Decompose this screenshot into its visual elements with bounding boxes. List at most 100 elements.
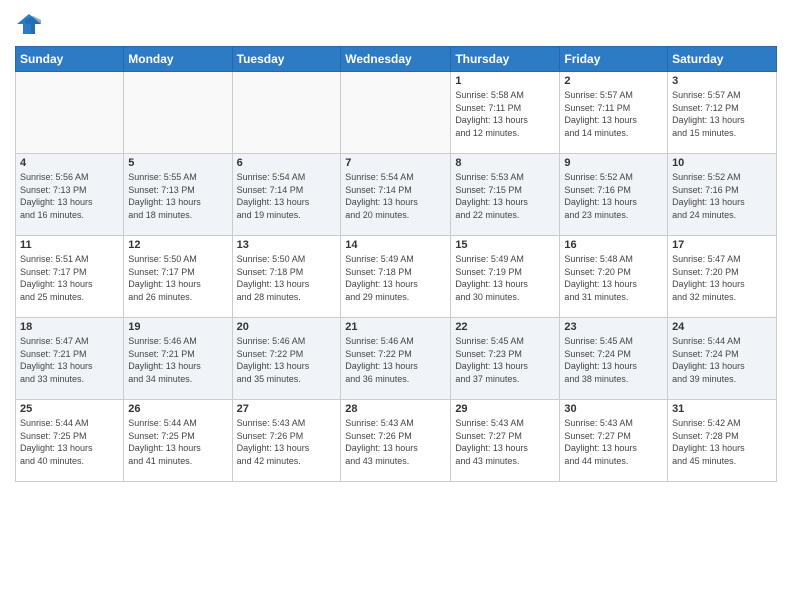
day-number: 29 (455, 403, 555, 415)
day-info: Sunrise: 5:50 AM Sunset: 7:18 PM Dayligh… (237, 253, 337, 303)
col-sunday: Sunday (16, 47, 124, 72)
day-number: 12 (128, 239, 227, 251)
calendar-week-row: 18 Sunrise: 5:47 AM Sunset: 7:21 PM Dayli… (16, 318, 777, 400)
day-number: 31 (672, 403, 772, 415)
calendar-cell: 7 Sunrise: 5:54 AM Sunset: 7:14 PM Daylig… (341, 154, 451, 236)
header (15, 10, 777, 38)
day-info: Sunrise: 5:55 AM Sunset: 7:13 PM Dayligh… (128, 171, 227, 221)
calendar-cell: 25 Sunrise: 5:44 AM Sunset: 7:25 PM Dayli… (16, 400, 124, 482)
day-info: Sunrise: 5:54 AM Sunset: 7:14 PM Dayligh… (237, 171, 337, 221)
day-info: Sunrise: 5:56 AM Sunset: 7:13 PM Dayligh… (20, 171, 119, 221)
col-tuesday: Tuesday (232, 47, 341, 72)
calendar-cell: 26 Sunrise: 5:44 AM Sunset: 7:25 PM Dayli… (124, 400, 232, 482)
day-number: 26 (128, 403, 227, 415)
calendar-cell: 28 Sunrise: 5:43 AM Sunset: 7:26 PM Dayli… (341, 400, 451, 482)
calendar-cell: 30Sunrise: 5:43 AM Sunset: 7:27 PM Dayli… (560, 400, 668, 482)
calendar-cell: 11 Sunrise: 5:51 AM Sunset: 7:17 PM Dayli… (16, 236, 124, 318)
day-info: Sunrise: 5:45 AM Sunset: 7:24 PM Dayligh… (564, 335, 663, 385)
calendar-cell (232, 72, 341, 154)
day-info: Sunrise: 5:52 AM Sunset: 7:16 PM Dayligh… (672, 171, 772, 221)
day-info: Sunrise: 5:50 AM Sunset: 7:17 PM Dayligh… (128, 253, 227, 303)
day-number: 11 (20, 239, 119, 251)
day-info: Sunrise: 5:43 AM Sunset: 7:26 PM Dayligh… (345, 417, 446, 467)
day-number: 15 (455, 239, 555, 251)
day-number: 23 (564, 321, 663, 333)
day-info: Sunrise: 5:47 AM Sunset: 7:20 PM Dayligh… (672, 253, 772, 303)
day-number: 7 (345, 157, 446, 169)
col-friday: Friday (560, 47, 668, 72)
calendar-cell: 29 Sunrise: 5:43 AM Sunset: 7:27 PM Dayli… (451, 400, 560, 482)
day-number: 3 (672, 75, 772, 87)
col-saturday: Saturday (668, 47, 777, 72)
day-number: 6 (237, 157, 337, 169)
day-info: Sunrise: 5:45 AM Sunset: 7:23 PM Dayligh… (455, 335, 555, 385)
day-number: 1 (455, 75, 555, 87)
day-number: 5 (128, 157, 227, 169)
calendar-cell: 5 Sunrise: 5:55 AM Sunset: 7:13 PM Daylig… (124, 154, 232, 236)
calendar-cell: 19 Sunrise: 5:46 AM Sunset: 7:21 PM Dayli… (124, 318, 232, 400)
calendar-cell (124, 72, 232, 154)
calendar-cell: 3 Sunrise: 5:57 AM Sunset: 7:12 PM Daylig… (668, 72, 777, 154)
calendar-cell: 22Sunrise: 5:45 AM Sunset: 7:23 PM Dayli… (451, 318, 560, 400)
day-info: Sunrise: 5:46 AM Sunset: 7:22 PM Dayligh… (237, 335, 337, 385)
calendar-cell: 17 Sunrise: 5:47 AM Sunset: 7:20 PM Dayli… (668, 236, 777, 318)
day-number: 17 (672, 239, 772, 251)
calendar-cell: 8Sunrise: 5:53 AM Sunset: 7:15 PM Daylig… (451, 154, 560, 236)
calendar-cell: 2 Sunrise: 5:57 AM Sunset: 7:11 PM Daylig… (560, 72, 668, 154)
day-number: 18 (20, 321, 119, 333)
col-thursday: Thursday (451, 47, 560, 72)
calendar-cell: 15 Sunrise: 5:49 AM Sunset: 7:19 PM Dayli… (451, 236, 560, 318)
day-number: 30 (564, 403, 663, 415)
day-number: 2 (564, 75, 663, 87)
calendar-week-row: 1 Sunrise: 5:58 AM Sunset: 7:11 PM Daylig… (16, 72, 777, 154)
calendar-cell: 27Sunrise: 5:43 AM Sunset: 7:26 PM Dayli… (232, 400, 341, 482)
calendar-cell: 21 Sunrise: 5:46 AM Sunset: 7:22 PM Dayli… (341, 318, 451, 400)
day-info: Sunrise: 5:49 AM Sunset: 7:18 PM Dayligh… (345, 253, 446, 303)
calendar-week-row: 4 Sunrise: 5:56 AM Sunset: 7:13 PM Daylig… (16, 154, 777, 236)
calendar-cell: 13 Sunrise: 5:50 AM Sunset: 7:18 PM Dayli… (232, 236, 341, 318)
day-number: 24 (672, 321, 772, 333)
day-info: Sunrise: 5:51 AM Sunset: 7:17 PM Dayligh… (20, 253, 119, 303)
col-monday: Monday (124, 47, 232, 72)
day-number: 28 (345, 403, 446, 415)
calendar-cell: 1 Sunrise: 5:58 AM Sunset: 7:11 PM Daylig… (451, 72, 560, 154)
day-number: 14 (345, 239, 446, 251)
calendar-week-row: 11 Sunrise: 5:51 AM Sunset: 7:17 PM Dayli… (16, 236, 777, 318)
day-info: Sunrise: 5:43 AM Sunset: 7:27 PM Dayligh… (455, 417, 555, 467)
calendar-cell: 9Sunrise: 5:52 AM Sunset: 7:16 PM Daylig… (560, 154, 668, 236)
col-wednesday: Wednesday (341, 47, 451, 72)
calendar-cell: 24Sunrise: 5:44 AM Sunset: 7:24 PM Dayli… (668, 318, 777, 400)
day-info: Sunrise: 5:54 AM Sunset: 7:14 PM Dayligh… (345, 171, 446, 221)
day-info: Sunrise: 5:46 AM Sunset: 7:22 PM Dayligh… (345, 335, 446, 385)
calendar-cell: 6 Sunrise: 5:54 AM Sunset: 7:14 PM Daylig… (232, 154, 341, 236)
calendar-cell (341, 72, 451, 154)
calendar-cell: 20 Sunrise: 5:46 AM Sunset: 7:22 PM Dayli… (232, 318, 341, 400)
day-number: 13 (237, 239, 337, 251)
day-info: Sunrise: 5:43 AM Sunset: 7:26 PM Dayligh… (237, 417, 337, 467)
calendar-cell: 23 Sunrise: 5:45 AM Sunset: 7:24 PM Dayli… (560, 318, 668, 400)
day-info: Sunrise: 5:44 AM Sunset: 7:25 PM Dayligh… (20, 417, 119, 467)
day-number: 25 (20, 403, 119, 415)
calendar-cell: 14 Sunrise: 5:49 AM Sunset: 7:18 PM Dayli… (341, 236, 451, 318)
logo (15, 10, 47, 38)
calendar-cell: 16Sunrise: 5:48 AM Sunset: 7:20 PM Dayli… (560, 236, 668, 318)
day-number: 4 (20, 157, 119, 169)
day-number: 8 (455, 157, 555, 169)
day-number: 16 (564, 239, 663, 251)
calendar-cell: 4 Sunrise: 5:56 AM Sunset: 7:13 PM Daylig… (16, 154, 124, 236)
calendar-cell: 31 Sunrise: 5:42 AM Sunset: 7:28 PM Dayli… (668, 400, 777, 482)
day-info: Sunrise: 5:44 AM Sunset: 7:25 PM Dayligh… (128, 417, 227, 467)
calendar-cell: 10Sunrise: 5:52 AM Sunset: 7:16 PM Dayli… (668, 154, 777, 236)
day-info: Sunrise: 5:52 AM Sunset: 7:16 PM Dayligh… (564, 171, 663, 221)
day-number: 21 (345, 321, 446, 333)
day-info: Sunrise: 5:58 AM Sunset: 7:11 PM Dayligh… (455, 89, 555, 139)
day-info: Sunrise: 5:42 AM Sunset: 7:28 PM Dayligh… (672, 417, 772, 467)
day-info: Sunrise: 5:57 AM Sunset: 7:11 PM Dayligh… (564, 89, 663, 139)
day-number: 19 (128, 321, 227, 333)
day-number: 20 (237, 321, 337, 333)
day-info: Sunrise: 5:57 AM Sunset: 7:12 PM Dayligh… (672, 89, 772, 139)
day-info: Sunrise: 5:49 AM Sunset: 7:19 PM Dayligh… (455, 253, 555, 303)
day-info: Sunrise: 5:46 AM Sunset: 7:21 PM Dayligh… (128, 335, 227, 385)
day-info: Sunrise: 5:47 AM Sunset: 7:21 PM Dayligh… (20, 335, 119, 385)
calendar-header-row: Sunday Monday Tuesday Wednesday Thursday… (16, 47, 777, 72)
